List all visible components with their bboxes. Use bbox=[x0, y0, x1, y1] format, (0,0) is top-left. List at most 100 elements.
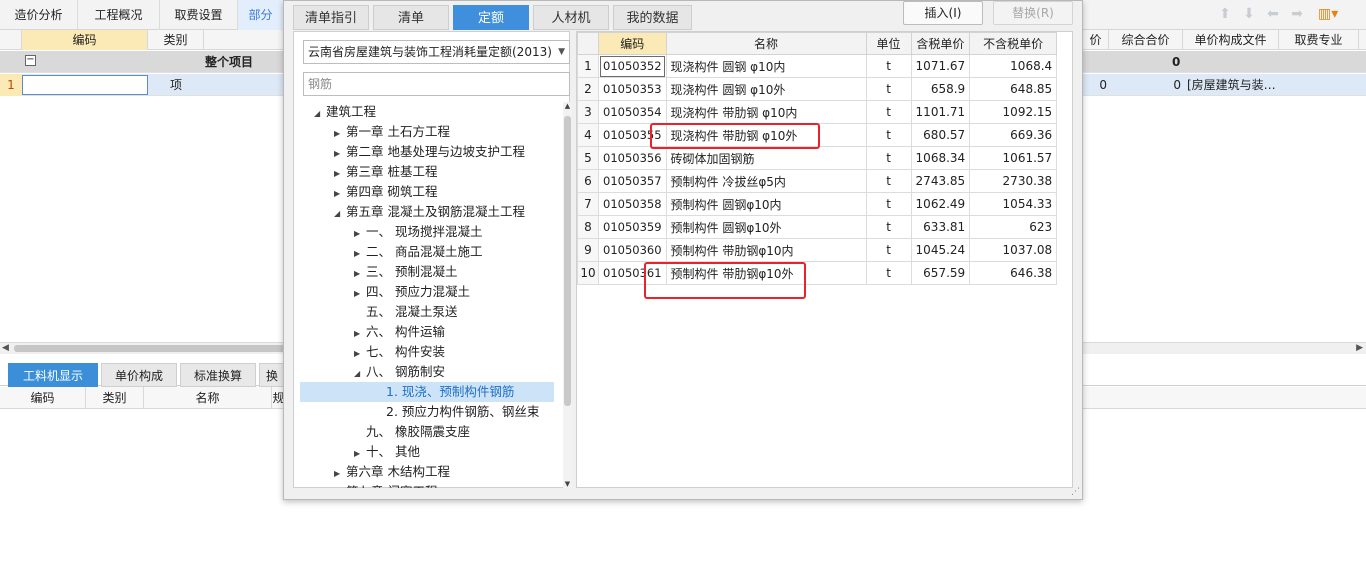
tree-node[interactable]: ◢ 八、 钢筋制安 bbox=[354, 362, 445, 382]
tree-node-label: 2. 预应力构件钢筋、钢丝束 bbox=[386, 404, 540, 419]
tools-dropdown-icon[interactable]: ▥▾ bbox=[1318, 4, 1344, 24]
tree-node[interactable]: ▶ 七、 构件安装 bbox=[354, 342, 445, 362]
chevron-down-icon[interactable]: ▼ bbox=[558, 41, 565, 63]
collapsed-arrow-icon[interactable]: ▶ bbox=[354, 264, 366, 284]
table-row[interactable]: 9 01050360 预制构件 带肋钢φ10内 t 1045.24 1037.08 bbox=[577, 238, 1058, 262]
cell-unit: t bbox=[865, 54, 912, 78]
table-row[interactable]: 1 01050352 现浇构件 圆钢 φ10内 t 1071.67 1068.4 bbox=[577, 54, 1058, 78]
collapsed-arrow-icon[interactable]: ▶ bbox=[354, 344, 366, 364]
column-header-total[interactable]: 综合合价 bbox=[1109, 30, 1183, 50]
collapsed-arrow-icon[interactable]: ▶ bbox=[354, 224, 366, 244]
resize-grip-icon[interactable]: ⋰ bbox=[1071, 487, 1080, 497]
collapsed-arrow-icon[interactable]: ▶ bbox=[334, 484, 346, 488]
cell-tax-price: 1068.34 bbox=[910, 146, 971, 170]
cell-code: 01050360 bbox=[598, 238, 667, 262]
scroll-down-icon[interactable]: ▼ bbox=[563, 480, 572, 488]
tree-node[interactable]: ▶ 四、 预应力混凝土 bbox=[354, 282, 470, 302]
replace-button[interactable]: 替换(R) bbox=[993, 1, 1073, 25]
tree-node[interactable]: ▶ 第三章 桩基工程 bbox=[334, 162, 437, 182]
tree-node[interactable]: ▶第七章 门窗工程 bbox=[334, 482, 437, 488]
row-unit-price-file[interactable]: [房屋建筑与装… bbox=[1187, 74, 1277, 96]
tree-node[interactable]: 五、 混凝土泵送 bbox=[354, 302, 457, 322]
code-edit-cell[interactable] bbox=[22, 75, 148, 95]
dialog-tab-quota[interactable]: 定额 bbox=[453, 5, 529, 30]
column-header-code[interactable]: 编码 bbox=[22, 30, 148, 50]
tab-sections[interactable]: 部分 bbox=[238, 0, 284, 30]
search-input[interactable]: 钢筋 bbox=[303, 72, 570, 96]
dialog-tab-list-guide[interactable]: 清单指引 bbox=[293, 5, 369, 30]
bottom-header-name[interactable]: 名称 bbox=[144, 387, 272, 409]
column-header-fee-specialty[interactable]: 取费专业 bbox=[1279, 30, 1359, 50]
dialog-tab-labor-material-machine[interactable]: 人材机 bbox=[533, 5, 609, 30]
scroll-right-icon[interactable]: ▶ bbox=[1356, 343, 1363, 353]
column-header-unit-price-file[interactable]: 单价构成文件 bbox=[1183, 30, 1279, 50]
insert-button[interactable]: 插入(I) bbox=[903, 1, 983, 25]
arrow-down-icon[interactable]: ⬇ bbox=[1240, 5, 1258, 23]
tree-node[interactable]: ▶ 二、 商品混凝土施工 bbox=[354, 242, 482, 262]
tab-cost-analysis[interactable]: 造价分析 bbox=[0, 0, 78, 30]
expanded-arrow-icon[interactable]: ◢ bbox=[334, 204, 346, 224]
collapsed-arrow-icon[interactable]: ▶ bbox=[334, 164, 346, 184]
column-header-tax-price[interactable]: 含税单价 bbox=[910, 32, 971, 55]
column-header-code[interactable]: 编码 bbox=[598, 32, 667, 55]
collapsed-arrow-icon[interactable]: ▶ bbox=[354, 244, 366, 264]
tab-standard-conversion[interactable]: 标准换算 bbox=[180, 363, 256, 387]
arrow-right-icon[interactable]: ➡ bbox=[1288, 5, 1306, 23]
tree-node[interactable]: ▶ 第四章 砌筑工程 bbox=[334, 182, 437, 202]
column-header-price-excl-tax[interactable]: 不含税单价 bbox=[969, 32, 1058, 55]
arrow-left-icon[interactable]: ⬅ bbox=[1264, 5, 1282, 23]
collapsed-arrow-icon[interactable]: ▶ bbox=[334, 464, 346, 484]
tab-labor-material-display[interactable]: 工料机显示 bbox=[8, 363, 98, 387]
bottom-header-type[interactable]: 类别 bbox=[86, 387, 144, 409]
tab-unit-price-composition[interactable]: 单价构成 bbox=[101, 363, 177, 387]
collapsed-arrow-icon[interactable]: ▶ bbox=[334, 124, 346, 144]
column-header-price[interactable]: 价 bbox=[1083, 30, 1109, 50]
tree-node[interactable]: ▶ 十、 其他 bbox=[354, 442, 420, 462]
table-row[interactable]: 5 01050356 砖砌体加固钢筋 t 1068.34 1061.57 bbox=[577, 146, 1058, 170]
table-row[interactable]: 8 01050359 预制构件 圆钢φ10外 t 633.81 623 bbox=[577, 215, 1058, 239]
arrow-up-icon[interactable]: ⬆ bbox=[1216, 5, 1234, 23]
collapse-icon[interactable]: − bbox=[25, 55, 36, 66]
scroll-up-icon[interactable]: ▲ bbox=[563, 102, 572, 110]
tab-fee-settings[interactable]: 取费设置 bbox=[160, 0, 238, 30]
library-select[interactable]: 云南省房屋建筑与装饰工程消耗量定额(2013) ▼ bbox=[303, 40, 570, 64]
expanded-arrow-icon[interactable]: ◢ bbox=[314, 104, 326, 124]
tree-node-label: 二、 商品混凝土施工 bbox=[366, 244, 483, 259]
table-row[interactable]: 2 01050353 现浇构件 圆钢 φ10外 t 658.9 648.85 bbox=[577, 77, 1058, 101]
column-header-type[interactable]: 类别 bbox=[148, 30, 204, 50]
dialog-tab-list[interactable]: 清单 bbox=[373, 5, 449, 30]
tree-node[interactable]: 1. 现浇、预制构件钢筋 bbox=[300, 382, 554, 402]
dialog-tab-my-data[interactable]: 我的数据 bbox=[613, 5, 692, 30]
scroll-thumb[interactable] bbox=[14, 345, 314, 352]
tree-node[interactable]: ▶ 六、 构件运输 bbox=[354, 322, 445, 342]
collapsed-arrow-icon[interactable]: ▶ bbox=[354, 444, 366, 464]
tree-vertical-scrollbar[interactable]: ▲ ▼ bbox=[563, 102, 572, 488]
table-row[interactable]: 3 01050354 现浇构件 带肋钢 φ10内 t 1101.71 1092.15 bbox=[577, 100, 1058, 124]
collapsed-arrow-icon[interactable]: ▶ bbox=[354, 284, 366, 304]
column-header-unit[interactable]: 单位 bbox=[865, 32, 912, 55]
tree-node[interactable]: ▶ 一、 现场搅拌混凝土 bbox=[354, 222, 482, 242]
tree-node[interactable]: ◢ 第五章 混凝土及钢筋混凝土工程 bbox=[334, 202, 525, 222]
tree-node[interactable]: ▶ 第二章 地基处理与边坡支护工程 bbox=[334, 142, 525, 162]
collapsed-arrow-icon[interactable]: ▶ bbox=[334, 144, 346, 164]
bottom-header-code[interactable]: 编码 bbox=[0, 387, 86, 409]
tab-conversion-info[interactable]: 换 bbox=[259, 363, 285, 387]
expanded-arrow-icon[interactable]: ◢ bbox=[354, 364, 366, 384]
tree-node[interactable]: ▶ 第六章 木结构工程 bbox=[334, 462, 450, 482]
collapsed-arrow-icon[interactable]: ▶ bbox=[334, 184, 346, 204]
tree-node[interactable]: ▶ 第一章 土石方工程 bbox=[334, 122, 450, 142]
cell-price: 1054.33 bbox=[969, 192, 1058, 216]
tab-project-overview[interactable]: 工程概况 bbox=[78, 0, 160, 30]
table-row[interactable]: 7 01050358 预制构件 圆钢φ10内 t 1062.49 1054.33 bbox=[577, 192, 1058, 216]
table-row[interactable]: 6 01050357 预制构件 冷拔丝φ5内 t 2743.85 2730.38 bbox=[577, 169, 1058, 193]
scroll-thumb[interactable] bbox=[564, 116, 571, 406]
tree-node[interactable]: 九、 橡胶隔震支座 bbox=[354, 422, 470, 442]
cell-code: 01050352 bbox=[598, 54, 667, 78]
scroll-left-icon[interactable]: ◀ bbox=[2, 343, 9, 353]
tree-node[interactable]: 2. 预应力构件钢筋、钢丝束 bbox=[374, 402, 539, 422]
tree-node[interactable]: ◢ 建筑工程 bbox=[314, 102, 376, 122]
collapsed-arrow-icon[interactable]: ▶ bbox=[354, 324, 366, 344]
tree-node[interactable]: ▶ 三、 预制混凝土 bbox=[354, 262, 457, 282]
column-header-name[interactable]: 名称 bbox=[665, 32, 867, 55]
cell-num: 10 bbox=[577, 261, 599, 285]
